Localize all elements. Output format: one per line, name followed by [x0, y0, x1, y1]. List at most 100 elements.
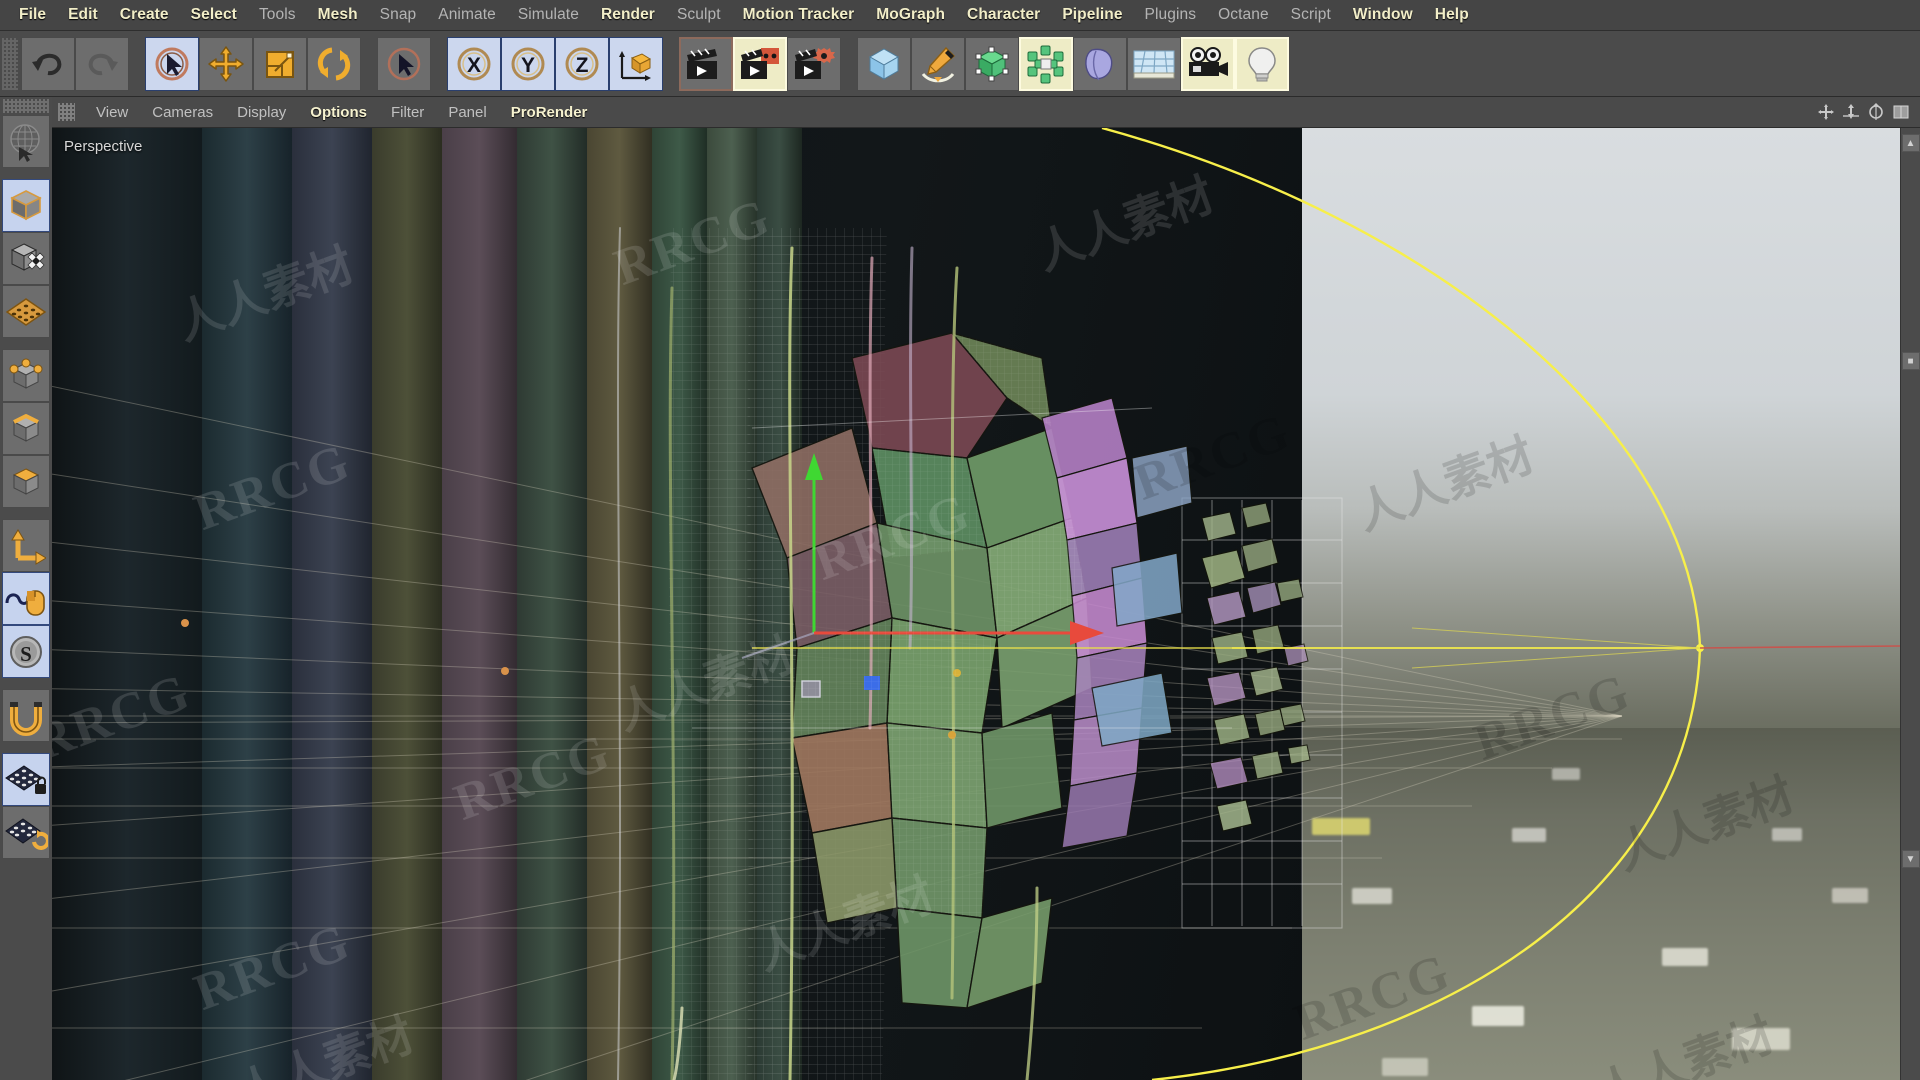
menu-render[interactable]: Render — [590, 4, 666, 26]
render-to-picture-viewer-button[interactable] — [733, 36, 787, 91]
render-view-button[interactable] — [679, 36, 733, 91]
render-to-picture-viewer-icon — [741, 47, 779, 79]
spline-pen-button[interactable] — [911, 36, 965, 91]
texture-mode-button[interactable] — [2, 232, 50, 285]
workplane-mode-icon — [5, 297, 47, 326]
live-selection-button[interactable] — [2, 115, 50, 168]
soft-selection-icon: S — [10, 635, 42, 668]
scroll-up-button[interactable]: ▲ — [1901, 134, 1920, 152]
menu-edit[interactable]: Edit — [57, 4, 109, 26]
menu-sculpt[interactable]: Sculpt — [666, 4, 732, 26]
background-car — [1772, 828, 1802, 841]
generator-icon — [975, 46, 1009, 81]
curtain-strip — [707, 128, 757, 1080]
soft-selection-button[interactable]: S — [2, 625, 50, 678]
menu-pipeline[interactable]: Pipeline — [1051, 4, 1133, 26]
menu-animate[interactable]: Animate — [427, 4, 507, 26]
menu-window[interactable]: Window — [1342, 4, 1424, 26]
undo-button[interactable] — [21, 36, 75, 91]
planar-workplane-icon — [5, 817, 48, 850]
cursor-mode-button[interactable] — [377, 36, 431, 91]
menu-create[interactable]: Create — [109, 4, 180, 26]
menu-mesh[interactable]: Mesh — [307, 4, 369, 26]
cursor-mode-icon — [387, 47, 421, 80]
point-mode-icon — [9, 358, 43, 389]
menu-mograph[interactable]: MoGraph — [865, 4, 956, 26]
menu-snap[interactable]: Snap — [369, 4, 428, 26]
deformer-button[interactable] — [1073, 36, 1127, 91]
menu-select[interactable]: Select — [180, 4, 248, 26]
edge-mode-icon — [12, 413, 40, 442]
pan-view-button[interactable] — [1815, 101, 1837, 123]
rotate-tool-button[interactable] — [307, 36, 361, 91]
edge-mode-button[interactable] — [2, 402, 50, 455]
lock-z-axis-button[interactable]: Z — [555, 36, 609, 91]
select-tool-button[interactable] — [145, 36, 199, 91]
svg-text:Z: Z — [576, 54, 589, 77]
undo-icon — [32, 53, 62, 75]
point-mode-button[interactable] — [2, 349, 50, 402]
viewport-menu-grip[interactable] — [58, 103, 75, 121]
background-car — [1552, 768, 1580, 780]
planar-workplane-button[interactable] — [2, 806, 50, 859]
model-mode-button[interactable] — [2, 179, 50, 232]
polygon-mode-icon — [12, 467, 40, 495]
viewport-menu-filter[interactable]: Filter — [379, 102, 436, 123]
curtain-strip — [202, 128, 292, 1080]
primitive-cube-button[interactable] — [857, 36, 911, 91]
viewport-menu-panel[interactable]: Panel — [436, 102, 498, 123]
render-settings-button[interactable] — [787, 36, 841, 91]
viewport-menu-view[interactable]: View — [84, 102, 140, 123]
zoom-view-button[interactable] — [1840, 101, 1862, 123]
panel-toggle-button[interactable]: ■ — [1901, 352, 1920, 370]
maximize-view-button[interactable] — [1890, 101, 1912, 123]
toolbar-grip[interactable] — [2, 37, 18, 90]
lock-y-axis-button[interactable]: Y — [501, 36, 555, 91]
menu-file[interactable]: File — [8, 4, 57, 26]
menu-tools[interactable]: Tools — [248, 4, 307, 26]
left-toolbar-grip[interactable] — [3, 99, 49, 113]
scale-tool-icon — [266, 50, 294, 78]
redo-button[interactable] — [75, 36, 129, 91]
scroll-down-button[interactable]: ▼ — [1901, 850, 1920, 868]
scene-render: RRCG RRCG RRCG RRCG RRCG RRCG RRCG RRCG … — [52, 128, 1900, 1080]
menu-motion-tracker[interactable]: Motion Tracker — [732, 4, 866, 26]
move-tool-button[interactable] — [199, 36, 253, 91]
workplane-mode-button[interactable] — [2, 285, 50, 338]
background-road — [1252, 728, 1900, 1080]
light-button[interactable] — [1235, 36, 1289, 91]
background-car — [1662, 948, 1708, 966]
object-axis-mode-button[interactable] — [2, 519, 50, 572]
menu-plugins[interactable]: Plugins — [1134, 4, 1208, 26]
viewport-camera-label: Perspective — [64, 138, 143, 155]
viewport-3d[interactable]: Perspective — [52, 128, 1900, 1080]
camera-button[interactable] — [1181, 36, 1235, 91]
menu-script[interactable]: Script — [1280, 4, 1342, 26]
generator-button[interactable] — [965, 36, 1019, 91]
environment-button[interactable] — [1127, 36, 1181, 91]
snap-magnet-button[interactable] — [2, 689, 50, 742]
scale-tool-button[interactable] — [253, 36, 307, 91]
viewport-menu-options[interactable]: Options — [298, 102, 379, 123]
menu-help[interactable]: Help — [1424, 4, 1480, 26]
menu-simulate[interactable]: Simulate — [507, 4, 590, 26]
viewport-menu-display[interactable]: Display — [225, 102, 298, 123]
environment-icon — [1133, 50, 1175, 78]
menu-character[interactable]: Character — [956, 4, 1051, 26]
background-car — [1512, 828, 1546, 842]
enable-axis-modification-button[interactable] — [2, 572, 50, 625]
camera-icon — [1189, 46, 1228, 76]
rotate-view-button[interactable] — [1865, 101, 1887, 123]
pan-view-icon — [1818, 104, 1834, 120]
viewport-menu-prorender[interactable]: ProRender — [499, 102, 600, 123]
lock-x-axis-button[interactable]: X — [447, 36, 501, 91]
curtain-strip — [587, 128, 652, 1080]
lock-workplane-button[interactable] — [2, 753, 50, 806]
toolbar-group-render — [679, 36, 841, 91]
viewport-menu-cameras[interactable]: Cameras — [140, 102, 225, 123]
coordinate-system-button[interactable] — [609, 36, 663, 91]
mograph-cloner-button[interactable] — [1019, 36, 1073, 91]
texture-mode-icon — [10, 242, 45, 271]
polygon-mode-button[interactable] — [2, 455, 50, 508]
menu-octane[interactable]: Octane — [1207, 4, 1280, 26]
